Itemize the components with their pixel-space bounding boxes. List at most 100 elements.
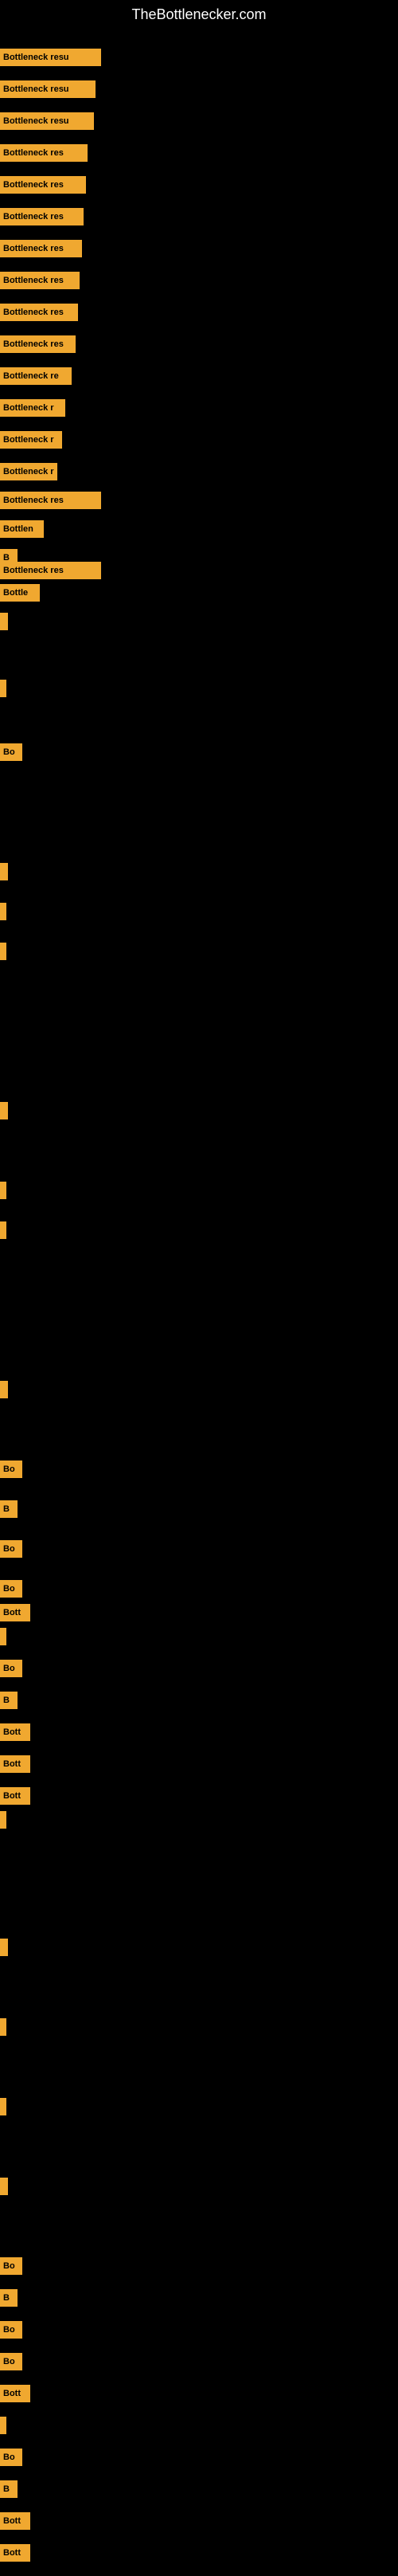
bar-row: Bott	[0, 2385, 30, 2402]
bar-row	[0, 613, 8, 630]
bar-label: Bottleneck resu	[0, 49, 101, 66]
bar-label: Bottleneck res	[0, 176, 86, 194]
bar-row: Bottleneck r	[0, 399, 65, 417]
bar-row: Bottleneck res	[0, 335, 76, 353]
bar-label	[0, 943, 6, 960]
bar-label: Bottleneck res	[0, 304, 78, 321]
bar-row: Bo	[0, 2353, 22, 2370]
bar-row: Bottleneck res	[0, 240, 82, 257]
bar-label: Bottle	[0, 584, 40, 602]
bar-label: Bo	[0, 1580, 22, 1598]
bar-row: Bottle	[0, 584, 40, 602]
bar-row: Bottleneck resu	[0, 80, 96, 98]
bar-row: Bott	[0, 1723, 30, 1741]
bar-row: Bottlen	[0, 520, 44, 538]
bar-row	[0, 903, 6, 920]
bar-label: Bo	[0, 743, 22, 761]
bar-row: Bott	[0, 1604, 30, 1621]
bar-row: Bottleneck re	[0, 367, 72, 385]
bar-label: Bo	[0, 1540, 22, 1558]
bar-row: Bo	[0, 2321, 22, 2339]
bar-row	[0, 1811, 6, 1829]
bar-row	[0, 1381, 8, 1398]
bar-row: B	[0, 2480, 18, 2498]
bar-label: Bottleneck resu	[0, 80, 96, 98]
bar-label: Bott	[0, 1604, 30, 1621]
bar-label: Bo	[0, 2257, 22, 2275]
bar-row: Bottleneck resu	[0, 112, 94, 130]
bar-label: Bottleneck r	[0, 463, 57, 480]
bar-label: Bottleneck res	[0, 335, 76, 353]
bar-label: Bo	[0, 2353, 22, 2370]
bar-row	[0, 1221, 6, 1239]
bar-row	[0, 1102, 8, 1119]
bar-label: Bottleneck res	[0, 492, 101, 509]
bar-label: Bottleneck r	[0, 431, 62, 449]
bar-row	[0, 2098, 6, 2115]
bar-label: Bottlen	[0, 520, 44, 538]
bar-label: Bott	[0, 1723, 30, 1741]
bar-row	[0, 1939, 8, 1956]
bar-label	[0, 1628, 6, 1645]
bar-row	[0, 2417, 6, 2434]
bar-row	[0, 943, 6, 960]
bar-label: Bott	[0, 2512, 30, 2530]
bar-label: Bo	[0, 2449, 22, 2466]
bar-row: Bott	[0, 1755, 30, 1773]
bar-label	[0, 1182, 6, 1199]
bar-row: Bo	[0, 1461, 22, 1478]
bar-label: Bo	[0, 1660, 22, 1677]
bar-label: B	[0, 1500, 18, 1518]
bar-label: Bottleneck res	[0, 272, 80, 289]
bar-row	[0, 1628, 6, 1645]
bar-row	[0, 2178, 8, 2195]
bar-label	[0, 2178, 8, 2195]
bar-row	[0, 863, 8, 880]
bar-row: Bottleneck res	[0, 208, 84, 225]
bar-row: Bo	[0, 743, 22, 761]
bar-label	[0, 1939, 8, 1956]
bar-row: Bo	[0, 2257, 22, 2275]
bar-row	[0, 2018, 6, 2036]
bar-label: Bott	[0, 1755, 30, 1773]
bar-label	[0, 613, 8, 630]
bar-label	[0, 903, 6, 920]
bar-row: Bo	[0, 1580, 22, 1598]
bar-row: Bottleneck res	[0, 176, 86, 194]
bar-label: Bottleneck res	[0, 240, 82, 257]
bar-row: B	[0, 2289, 18, 2307]
bar-label: Bo	[0, 1461, 22, 1478]
bar-label: Bottleneck resu	[0, 112, 94, 130]
bar-row: Bo	[0, 1540, 22, 1558]
bar-label: B	[0, 2289, 18, 2307]
bar-label	[0, 2417, 6, 2434]
bar-row: B	[0, 1500, 18, 1518]
bar-label: Bott	[0, 2544, 30, 2562]
bar-label: B	[0, 1692, 18, 1709]
bar-label	[0, 1102, 8, 1119]
bar-row: Bottleneck r	[0, 463, 57, 480]
bar-row	[0, 1182, 6, 1199]
bar-row: Bottleneck r	[0, 431, 62, 449]
bar-row: Bottleneck res	[0, 304, 78, 321]
bar-row: B	[0, 1692, 18, 1709]
bar-label: Bottleneck re	[0, 367, 72, 385]
bar-label: Bottleneck res	[0, 208, 84, 225]
bar-row: Bo	[0, 2449, 22, 2466]
site-title: TheBottlenecker.com	[0, 0, 398, 26]
bar-label	[0, 1811, 6, 1829]
bar-row: Bott	[0, 2544, 30, 2562]
bar-row	[0, 680, 6, 697]
bar-row: Bottleneck resu	[0, 49, 101, 66]
bar-row: Bottleneck res	[0, 562, 101, 579]
bar-label: Bott	[0, 2385, 30, 2402]
bar-label	[0, 1381, 8, 1398]
bar-row: Bo	[0, 1660, 22, 1677]
bar-row: Bottleneck res	[0, 492, 101, 509]
bar-row: Bottleneck res	[0, 144, 88, 162]
bar-row: Bottleneck res	[0, 272, 80, 289]
bar-label: Bo	[0, 2321, 22, 2339]
bar-label	[0, 863, 8, 880]
bar-label: Bottleneck res	[0, 562, 101, 579]
bar-label	[0, 2018, 6, 2036]
